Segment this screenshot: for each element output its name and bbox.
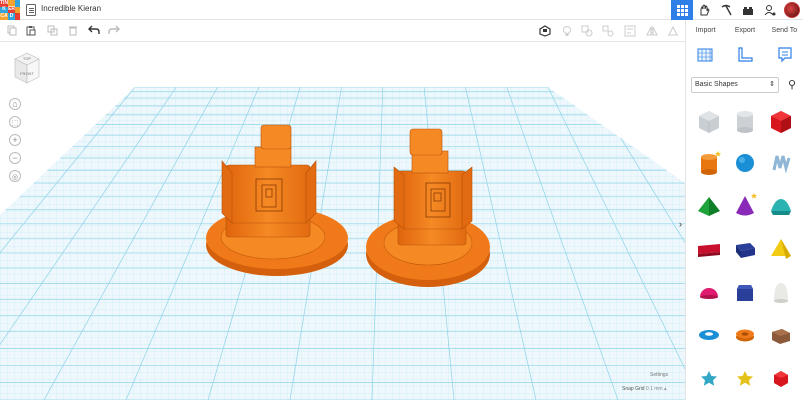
shape-half-cylinder-block[interactable] [730,234,760,264]
perspective-icon: ◎ [11,174,19,181]
shape-library-value: Basic Shapes [695,81,738,88]
grid-view-button[interactable] [671,0,693,20]
shape-icosahedron[interactable] [766,363,796,393]
workplane-tab[interactable] [696,46,714,64]
shape-scribble[interactable] [766,148,796,178]
tinkercad-app: TIN K ER CA D Incredible Kieran TOP FRON… [0,0,803,400]
mirror-icon[interactable] [646,25,658,37]
logo-cell [15,6,20,14]
plus-icon: + [12,135,18,145]
home-icon: ⌂ [12,99,18,109]
tinkercad-logo[interactable]: TIN K ER CA D [0,0,20,20]
shape-paraboloid[interactable] [766,277,796,307]
redo-icon[interactable] [108,25,120,37]
shape-torus[interactable] [694,320,724,350]
avatar [784,2,800,18]
profile-button[interactable] [781,0,803,20]
minus-icon: − [12,153,18,163]
edit-toolbar [0,20,685,42]
shape-cylinder-striped[interactable] [730,106,760,136]
shape-star-gold[interactable] [730,363,760,393]
project-title[interactable]: Incredible Kieran [41,4,101,13]
light-icon[interactable] [561,25,573,37]
user-icon [764,5,776,16]
fit-view-button[interactable]: ⬚ [9,116,21,128]
shape-cone[interactable] [730,191,760,221]
ruler-icon [738,47,753,62]
shape-cylinder[interactable] [694,148,724,178]
notes-tab[interactable] [776,46,794,64]
logo-cell: CA [0,13,9,20]
chevron-icon: ▴ [663,386,667,392]
zoom-in-button[interactable]: + [9,134,21,146]
export-button[interactable]: Export [725,20,764,42]
snap-grid-value[interactable]: 0.1 mm [646,386,663,392]
search-icon[interactable]: ⚲ [785,77,799,93]
align-icon[interactable] [624,25,636,37]
logo-cell [15,13,20,20]
note-icon [778,47,792,63]
3d-viewport[interactable]: TOP FRONT ⌂ ⬚ + − ◎ Settings Snap Grid 0… [0,43,685,400]
snap-grid-label: Snap Grid [622,386,645,392]
logo-cell: D [8,13,16,20]
ruler-tab[interactable] [736,46,754,64]
shape-box[interactable] [766,106,796,136]
undo-icon[interactable] [88,25,100,37]
top-bar: TIN K ER CA D Incredible Kieran [0,0,803,20]
settings-link[interactable]: Settings [650,372,668,378]
group-icon[interactable] [581,25,593,37]
workplane-icon [697,48,713,62]
fit-icon: ⬚ [11,120,19,127]
duplicate-icon[interactable] [46,25,58,37]
cruise-icon[interactable] [667,25,679,37]
document-menu-icon[interactable] [26,4,36,16]
shape-box-striped[interactable] [694,106,724,136]
grid-view-icon [676,4,688,16]
collapse-panel-icon[interactable]: › [679,219,682,229]
shape-wedge-pyramid[interactable] [766,234,796,264]
delete-icon[interactable] [67,25,79,37]
shape-tube[interactable] [730,320,760,350]
workplane-scene [0,87,685,400]
import-button[interactable]: Import [686,20,725,42]
tinker-hand-button[interactable] [693,0,715,20]
hand-icon [700,4,710,16]
panel-header: Import Export Send To [686,20,803,42]
shape-pyramid[interactable] [694,191,724,221]
logo-cell [15,0,20,7]
shape-text[interactable] [694,234,724,264]
shape-library-select[interactable]: Basic Shapes ⇕ [691,77,779,93]
top-right-controls [671,0,803,20]
brick-icon [743,7,753,15]
pickaxe-icon [721,4,732,16]
shape-half-sphere[interactable] [694,277,724,307]
right-panel: Import Export Send To Basic Shapes ⇕ ⚲ [685,20,803,400]
viewcube-top-label: TOP [23,56,31,61]
add-user-button[interactable] [759,0,781,20]
shape-roof[interactable] [766,191,796,221]
panel-view-tabs [686,46,803,68]
shape-polygon[interactable] [730,277,760,307]
perspective-button[interactable]: ◎ [9,170,21,182]
paste-icon[interactable] [25,25,37,37]
notes-icon[interactable] [539,25,551,37]
shape-sphere[interactable] [730,148,760,178]
ungroup-icon[interactable] [602,25,614,37]
view-cube[interactable]: TOP FRONT [13,51,41,85]
shape-generator[interactable] [766,320,796,350]
shape-star[interactable] [694,363,724,393]
zoom-out-button[interactable]: − [9,152,21,164]
send-to-button[interactable]: Send To [765,20,803,42]
home-view-button[interactable]: ⌂ [9,98,21,110]
copy-icon[interactable] [6,25,18,37]
bricks-button[interactable] [737,0,759,20]
viewcube-front-label: FRONT [20,71,34,76]
snap-grid-control[interactable]: Snap Grid 0.1 mm ▴ [622,386,666,392]
chevron-down-icon: ⇕ [769,81,775,88]
minecraft-button[interactable] [715,0,737,20]
